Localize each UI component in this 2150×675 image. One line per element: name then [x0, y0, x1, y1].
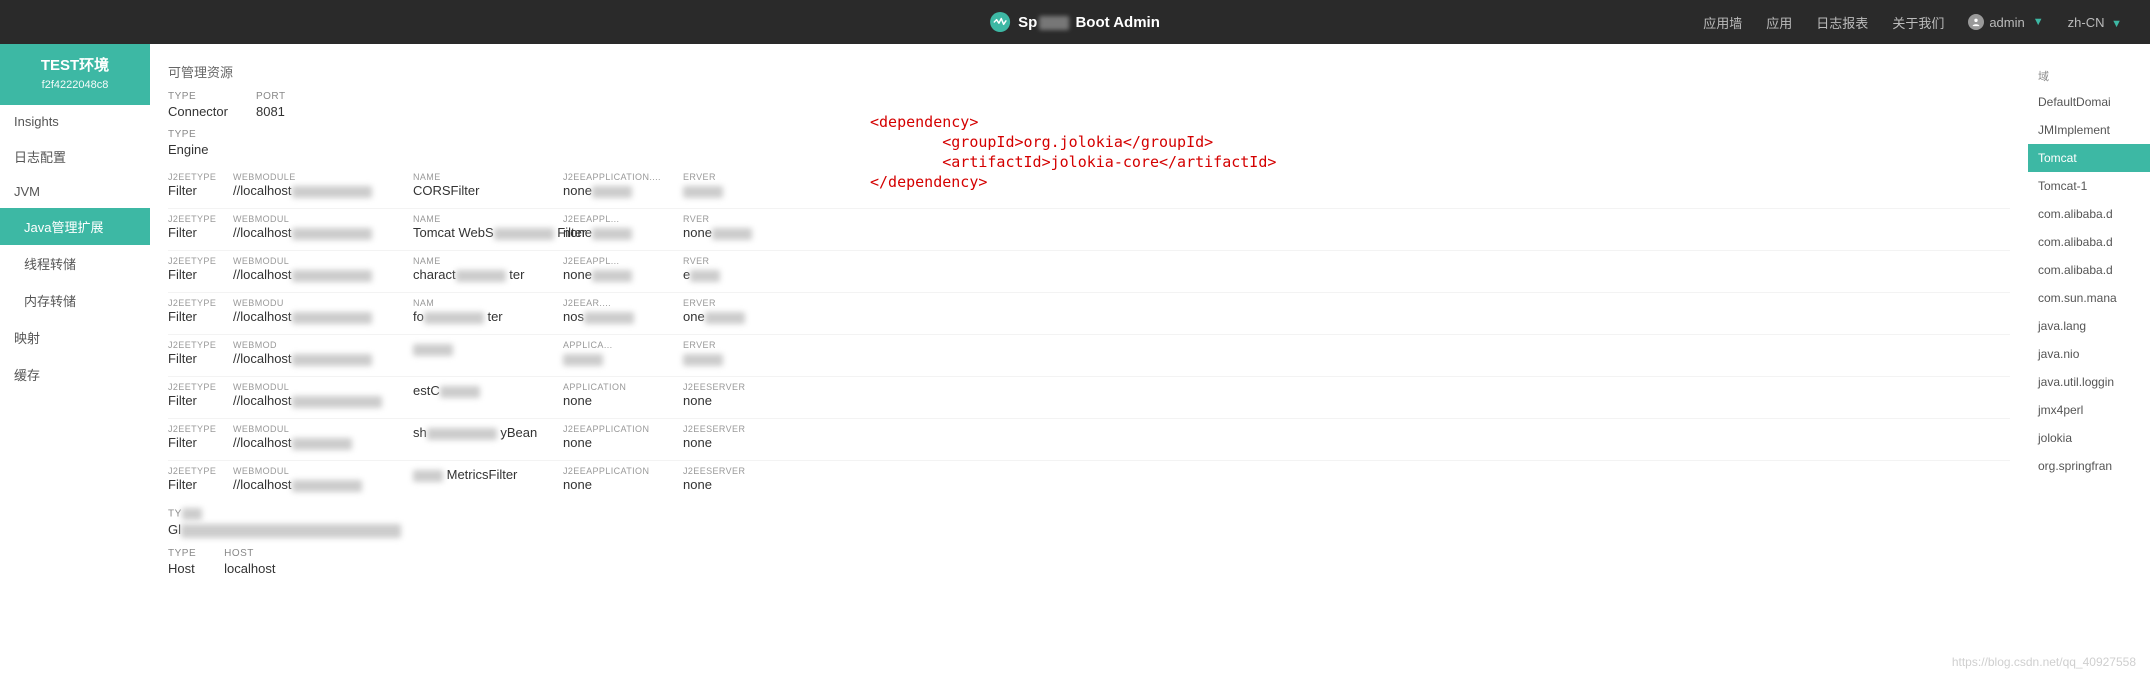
sidebar-item-5[interactable]: 内存转储	[0, 282, 150, 319]
sidebar-item-6[interactable]: 映射	[0, 319, 150, 356]
table-row[interactable]: J2EETYPEFilterWEBMODUL//localhostNAMETom…	[168, 208, 2010, 250]
env-title: TEST环境	[4, 54, 146, 75]
main-content: 可管理资源 TYPE Connector PORT 8081 TYPE Engi…	[150, 44, 2028, 596]
nav-user[interactable]: admin ▼	[1968, 14, 2043, 30]
table-row[interactable]: J2EETYPEFilterWEBMODUL//localhostNAMEcha…	[168, 250, 2010, 292]
domain-item-7[interactable]: com.sun.mana	[2028, 284, 2150, 312]
table-row[interactable]: J2EETYPEFilterWEBMODU//localhostNAMfo te…	[168, 292, 2010, 334]
brand-title: Sp Boot Admin	[1018, 14, 1160, 31]
domain-item-10[interactable]: java.util.loggin	[2028, 368, 2150, 396]
domain-sidebar: 域 DefaultDomaiJMImplementTomcatTomcat-1c…	[2028, 44, 2150, 596]
domain-item-9[interactable]: java.nio	[2028, 340, 2150, 368]
connector-type: Connector	[168, 104, 228, 119]
domain-item-5[interactable]: com.alibaba.d	[2028, 228, 2150, 256]
brand: Sp Boot Admin	[990, 12, 1160, 32]
host-type: Host	[168, 561, 196, 576]
nav-apps[interactable]: 应用	[1766, 13, 1792, 32]
section-title: 可管理资源	[168, 62, 2010, 81]
table-row[interactable]: J2EETYPEFilterWEBMODUL//localhost Metric…	[168, 460, 2010, 502]
locale-selector[interactable]: zh-CN ▼	[2068, 15, 2122, 30]
nav-about[interactable]: 关于我们	[1892, 13, 1944, 32]
engine-type: Engine	[168, 142, 208, 157]
domain-item-2[interactable]: Tomcat	[2028, 144, 2150, 172]
nav-apps-wall[interactable]: 应用墙	[1703, 13, 1742, 32]
domain-header: 域	[2028, 64, 2150, 88]
sidebar-item-0[interactable]: Insights	[0, 105, 150, 138]
mbean-table: J2EETYPEFilterWEBMODULE//localhostNAMECO…	[168, 167, 2010, 502]
table-row[interactable]: J2EETYPEFilterWEBMODUL//localhostestCAPP…	[168, 376, 2010, 418]
chevron-down-icon: ▼	[2111, 18, 2122, 30]
nav-right: 应用墙 应用 日志报表 关于我们 admin ▼ zh-CN ▼	[1703, 13, 2150, 32]
table-row[interactable]: J2EETYPEFilterWEBMOD//localhostAPPLICA..…	[168, 334, 2010, 376]
user-icon	[1968, 14, 1984, 30]
env-box[interactable]: TEST环境 f2f4222048c8	[0, 44, 150, 105]
sidebar-item-1[interactable]: 日志配置	[0, 138, 150, 175]
domain-item-0[interactable]: DefaultDomai	[2028, 88, 2150, 116]
env-id: f2f4222048c8	[4, 79, 146, 91]
domain-item-1[interactable]: JMImplement	[2028, 116, 2150, 144]
host-val: localhost	[224, 561, 275, 576]
host-row: TYPE Host HOST localhost	[168, 548, 2010, 576]
domain-item-11[interactable]: jmx4perl	[2028, 396, 2150, 424]
xml-overlay: <dependency> <groupId>org.jolokia</group…	[870, 112, 1276, 192]
connector-port: 8081	[256, 104, 286, 119]
domain-item-3[interactable]: Tomcat-1	[2028, 172, 2150, 200]
chevron-down-icon: ▼	[2033, 16, 2044, 28]
domain-item-12[interactable]: jolokia	[2028, 424, 2150, 452]
topbar: Sp Boot Admin 应用墙 应用 日志报表 关于我们 admin ▼ z…	[0, 0, 2150, 44]
watermark: https://blog.csdn.net/qq_40927558	[1952, 655, 2136, 669]
nav-logs[interactable]: 日志报表	[1816, 13, 1868, 32]
sidebar-item-2[interactable]: JVM	[0, 175, 150, 208]
sidebar: TEST环境 f2f4222048c8 Insights日志配置JVMJava管…	[0, 44, 150, 596]
sidebar-item-7[interactable]: 缓存	[0, 356, 150, 393]
sidebar-item-3[interactable]: Java管理扩展	[0, 208, 150, 245]
domain-item-4[interactable]: com.alibaba.d	[2028, 200, 2150, 228]
table-row[interactable]: J2EETYPEFilterWEBMODUL//localhostsh yBea…	[168, 418, 2010, 460]
sidebar-item-4[interactable]: 线程转储	[0, 245, 150, 282]
domain-item-6[interactable]: com.alibaba.d	[2028, 256, 2150, 284]
brand-icon	[990, 12, 1010, 32]
gl-row: TY Gl	[168, 508, 2010, 538]
domain-item-8[interactable]: java.lang	[2028, 312, 2150, 340]
domain-item-13[interactable]: org.springfran	[2028, 452, 2150, 480]
